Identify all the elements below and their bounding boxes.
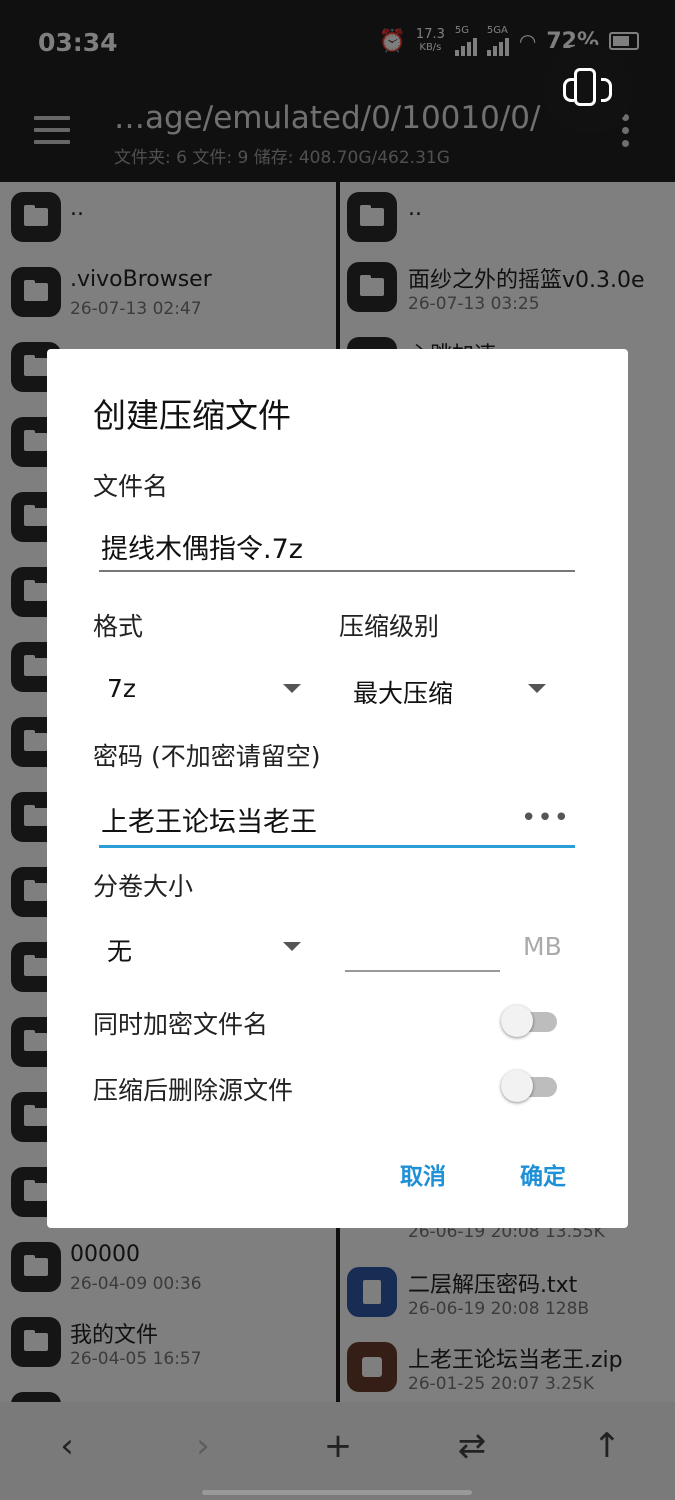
format-dropdown-icon[interactable]	[283, 684, 301, 693]
password-underline	[99, 845, 575, 848]
password-visibility-icon[interactable]: •••	[521, 803, 570, 833]
filename-label: 文件名	[93, 472, 169, 501]
password-label: 密码 (不加密请留空)	[93, 742, 321, 771]
confirm-button[interactable]: 确定	[520, 1157, 566, 1191]
compression-level-label: 压缩级别	[339, 612, 440, 641]
format-label: 格式	[93, 612, 144, 641]
volume-unit: MB	[523, 932, 562, 961]
create-archive-dialog: 创建压缩文件 文件名 提线木偶指令.7z 格式 压缩级别 7z 最大压缩 密码 …	[47, 349, 628, 1228]
password-input[interactable]: 上老王论坛当老王	[101, 800, 317, 839]
dialog-title: 创建压缩文件	[93, 396, 291, 435]
rotate-screen-button[interactable]	[543, 44, 633, 134]
format-select[interactable]: 7z	[107, 674, 136, 703]
filename-underline	[99, 570, 575, 572]
volume-dropdown-icon[interactable]	[283, 942, 301, 951]
cancel-button[interactable]: 取消	[400, 1157, 446, 1191]
phone-rotate-icon	[574, 68, 596, 106]
encrypt-filenames-toggle[interactable]	[501, 1004, 557, 1038]
compression-level-select[interactable]: 最大压缩	[353, 674, 453, 710]
delete-source-label: 压缩后删除源文件	[93, 1076, 294, 1105]
volume-size-input[interactable]	[345, 970, 500, 972]
level-dropdown-icon[interactable]	[528, 684, 546, 693]
delete-source-toggle[interactable]	[501, 1069, 557, 1103]
filename-input[interactable]: 提线木偶指令.7z	[101, 527, 303, 566]
volume-size-label: 分卷大小	[93, 872, 194, 901]
volume-size-select[interactable]: 无	[107, 932, 132, 968]
home-indicator[interactable]	[202, 1490, 472, 1495]
encrypt-filenames-label: 同时加密文件名	[93, 1010, 269, 1039]
